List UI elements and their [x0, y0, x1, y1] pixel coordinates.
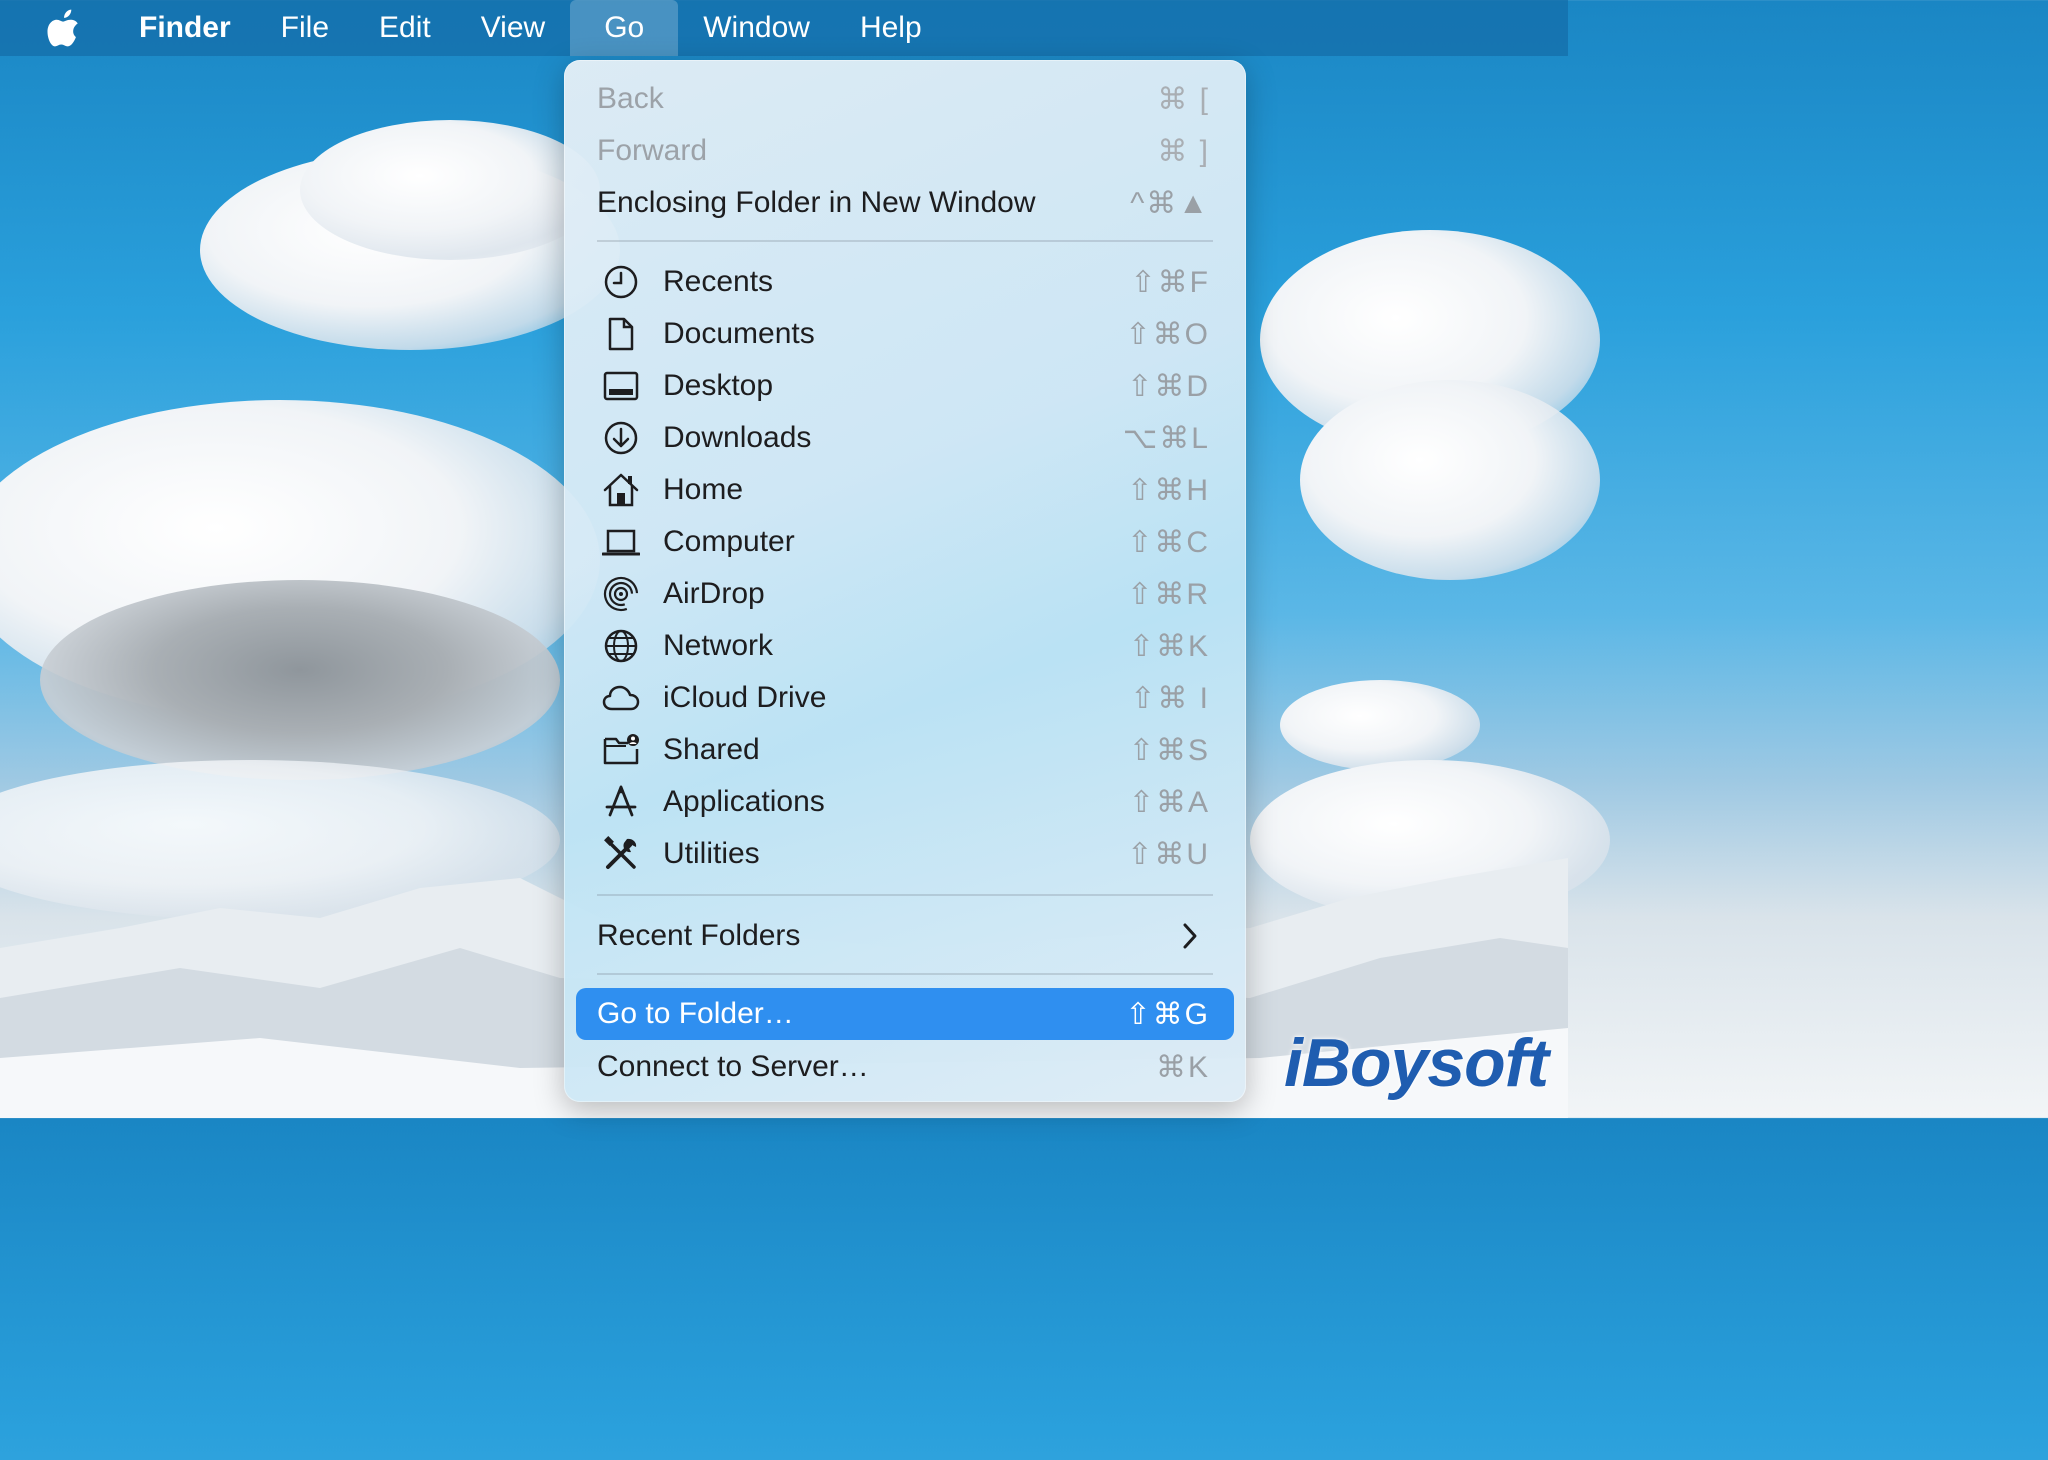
menu-view[interactable]: View — [456, 0, 570, 56]
chevron-right-icon — [1183, 923, 1197, 949]
menu-item-home[interactable]: Home ⇧⌘H — [576, 464, 1234, 516]
menu-separator — [597, 894, 1213, 896]
globe-icon — [604, 629, 638, 663]
shortcut-label: ⇧⌘A — [1128, 785, 1210, 819]
iboysoft-watermark: iBoysoft — [1284, 1025, 1549, 1101]
shortcut-label: ⇧⌘O — [1125, 317, 1210, 351]
menu-item-label: Utilities — [663, 837, 760, 870]
home-icon — [603, 473, 639, 507]
menu-item-label: Enclosing Folder in New Window — [597, 186, 1036, 219]
shortcut-label: ⌘ [ — [1157, 82, 1210, 116]
clock-icon — [604, 265, 638, 299]
menu-item-label: iCloud Drive — [663, 681, 827, 714]
menu-help[interactable]: Help — [835, 0, 947, 56]
cloud-icon — [602, 685, 640, 711]
menu-item-label: Documents — [663, 317, 815, 350]
apple-logo-icon[interactable] — [44, 6, 84, 50]
menu-bar: Finder File Edit View Go Window Help — [0, 0, 1568, 56]
menu-item-label: Back — [597, 82, 664, 115]
shortcut-label: ⇧⌘ I — [1130, 681, 1210, 715]
menu-item-documents[interactable]: Documents ⇧⌘O — [576, 308, 1234, 360]
menu-item-connect-to-server[interactable]: Connect to Server… ⌘K — [576, 1041, 1234, 1093]
shortcut-label: ⇧⌘R — [1127, 577, 1210, 611]
menu-item-label: Connect to Server… — [597, 1050, 869, 1083]
menu-item-label: Go to Folder… — [597, 997, 794, 1030]
menu-file[interactable]: File — [256, 0, 354, 56]
shared-folder-icon — [603, 734, 639, 765]
menu-finder[interactable]: Finder — [114, 0, 256, 56]
menu-item-utilities[interactable]: Utilities ⇧⌘U — [576, 828, 1234, 880]
airdrop-icon — [603, 576, 639, 612]
go-menu-dropdown: Back ⌘ [ Forward ⌘ ] Enclosing Folder in… — [564, 60, 1246, 1102]
menu-item-label: Recent Folders — [597, 919, 801, 952]
menu-window[interactable]: Window — [678, 0, 835, 56]
menu-item-label: Forward — [597, 134, 708, 167]
menu-item-label: Desktop — [663, 369, 774, 402]
shortcut-label: ⇧⌘F — [1130, 265, 1210, 299]
desktop-icon — [603, 371, 639, 401]
menu-item-network[interactable]: Network ⇧⌘K — [576, 620, 1234, 672]
shortcut-label: ⇧⌘D — [1127, 369, 1210, 403]
applications-icon — [605, 785, 637, 817]
tools-icon — [604, 836, 637, 869]
menu-item-label: Computer — [663, 525, 795, 558]
laptop-icon — [602, 529, 640, 556]
shortcut-label: ⇧⌘H — [1127, 473, 1210, 507]
menu-item-icloud-drive[interactable]: iCloud Drive ⇧⌘ I — [576, 672, 1234, 724]
shortcut-label: ⌘ ] — [1157, 134, 1210, 168]
shortcut-label: ⌘K — [1155, 1050, 1210, 1084]
menu-item-computer[interactable]: Computer ⇧⌘C — [576, 516, 1234, 568]
menu-item-label: Downloads — [663, 421, 812, 454]
shortcut-label: ⇧⌘S — [1128, 733, 1210, 767]
menu-edit[interactable]: Edit — [354, 0, 456, 56]
menu-item-airdrop[interactable]: AirDrop ⇧⌘R — [576, 568, 1234, 620]
menu-item-applications[interactable]: Applications ⇧⌘A — [576, 776, 1234, 828]
menu-go[interactable]: Go — [570, 0, 679, 56]
menu-item-label: AirDrop — [663, 577, 765, 610]
menu-item-label: Home — [663, 473, 744, 506]
menu-item-label: Shared — [663, 733, 760, 766]
menu-item-label: Network — [663, 629, 774, 662]
menu-separator — [597, 240, 1213, 242]
menu-item-recent-folders[interactable]: Recent Folders — [576, 910, 1234, 962]
menu-item-enclosing-folder[interactable]: Enclosing Folder in New Window ^⌘▲ — [576, 177, 1234, 229]
menu-item-forward[interactable]: Forward ⌘ ] — [576, 125, 1234, 177]
menu-item-go-to-folder[interactable]: Go to Folder… ⇧⌘G — [576, 988, 1234, 1040]
menu-item-desktop[interactable]: Desktop ⇧⌘D — [576, 360, 1234, 412]
menu-item-recents[interactable]: Recents ⇧⌘F — [576, 256, 1234, 308]
menu-item-label: Recents — [663, 265, 774, 298]
shortcut-label: ⇧⌘G — [1125, 997, 1210, 1031]
shortcut-label: ^⌘▲ — [1130, 186, 1210, 220]
shortcut-label: ⇧⌘K — [1128, 629, 1210, 663]
shortcut-label: ⌥⌘L — [1122, 421, 1210, 455]
shortcut-label: ⇧⌘C — [1127, 525, 1210, 559]
menu-item-downloads[interactable]: Downloads ⌥⌘L — [576, 412, 1234, 464]
menu-item-back[interactable]: Back ⌘ [ — [576, 73, 1234, 125]
menu-separator — [597, 973, 1213, 975]
download-icon — [604, 421, 638, 455]
document-icon — [608, 317, 634, 351]
menu-item-label: Applications — [663, 785, 825, 818]
shortcut-label: ⇧⌘U — [1127, 837, 1210, 871]
menu-item-shared[interactable]: Shared ⇧⌘S — [576, 724, 1234, 776]
